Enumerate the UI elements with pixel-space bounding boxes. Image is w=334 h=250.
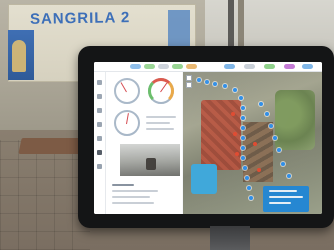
status-pill — [144, 64, 155, 69]
nav-icon[interactable] — [97, 94, 102, 99]
popup-text-line — [269, 196, 303, 198]
map-pool — [191, 164, 217, 194]
route-point — [241, 146, 245, 150]
map-info-popup[interactable] — [263, 186, 309, 212]
route-marker — [257, 168, 261, 172]
route-point — [247, 186, 251, 190]
route-point — [241, 156, 245, 160]
route-point — [259, 102, 263, 106]
panel-text-line — [112, 196, 150, 198]
route-point — [233, 88, 237, 92]
map-greenery — [275, 90, 315, 150]
route-marker — [233, 132, 237, 136]
route-point — [205, 80, 209, 84]
nav-icon[interactable] — [97, 150, 102, 155]
route-marker — [231, 112, 235, 116]
status-pill — [264, 64, 275, 69]
route-point — [265, 112, 269, 116]
route-point — [245, 176, 249, 180]
route-point — [223, 84, 227, 88]
readout-line — [146, 128, 174, 130]
status-pill — [158, 64, 169, 69]
nav-icon[interactable] — [97, 164, 102, 169]
tablet-stand — [210, 226, 250, 250]
status-pill — [302, 64, 313, 69]
status-pill — [130, 64, 141, 69]
route-point — [241, 106, 245, 110]
map-buildings — [243, 122, 273, 182]
route-point — [239, 96, 243, 100]
readout-line — [146, 122, 170, 124]
status-pill — [244, 64, 255, 69]
route-marker — [235, 152, 239, 156]
route-point — [249, 196, 253, 200]
panel-text-line — [112, 184, 134, 186]
route-point — [287, 174, 291, 178]
banner-figure-graphic — [12, 40, 26, 72]
nav-icon[interactable] — [97, 80, 102, 85]
zoom-in-button[interactable] — [186, 75, 192, 81]
route-point — [281, 162, 285, 166]
panel-text-line — [112, 190, 158, 192]
popup-text-line — [269, 190, 297, 192]
banner-text: SANGRILA 2 — [29, 9, 131, 28]
app-top-bar — [94, 62, 322, 72]
telemetry-panel — [106, 72, 182, 214]
panel-text-line — [112, 202, 154, 204]
nav-icon[interactable] — [97, 136, 102, 141]
tablet-screen — [94, 62, 322, 214]
tablet-mount-pole — [228, 0, 234, 46]
zoom-out-button[interactable] — [186, 82, 192, 88]
readout-line — [146, 116, 176, 118]
status-pill — [224, 64, 235, 69]
satellite-map[interactable] — [183, 72, 322, 214]
route-point — [277, 148, 281, 152]
route-point — [273, 136, 277, 140]
nav-icon[interactable] — [97, 122, 102, 127]
route-point — [241, 136, 245, 140]
popup-text-line — [269, 202, 291, 204]
photo-scene: SANGRILA 2 — [0, 0, 334, 250]
route-marker — [253, 142, 257, 146]
route-point — [269, 124, 273, 128]
status-pill — [172, 64, 183, 69]
left-nav — [94, 72, 106, 214]
nav-icon[interactable] — [97, 108, 102, 113]
route-point — [241, 126, 245, 130]
status-pill — [284, 64, 295, 69]
route-point — [197, 78, 201, 82]
camera-subject — [146, 158, 156, 170]
route-point — [213, 82, 217, 86]
floor-tiles — [0, 140, 90, 250]
route-point — [243, 166, 247, 170]
camera-feed[interactable] — [120, 144, 180, 176]
status-pill — [186, 64, 197, 69]
route-point — [241, 116, 245, 120]
